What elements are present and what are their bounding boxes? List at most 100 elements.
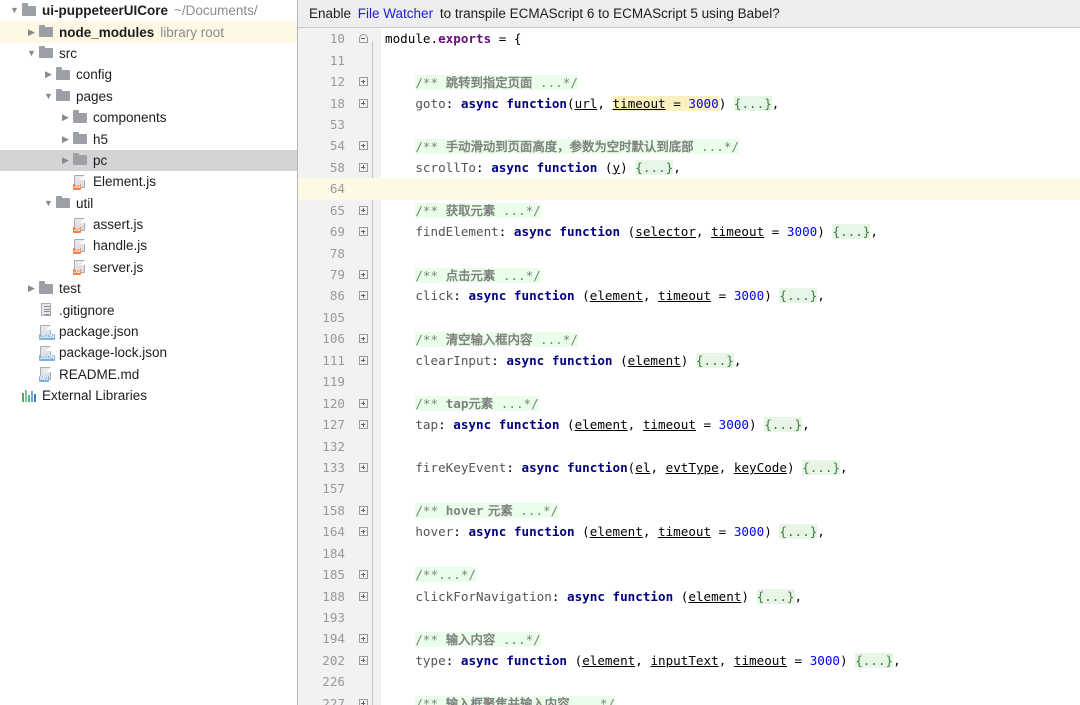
code-line[interactable]: 79 /** 点击元素 ...*/ — [298, 264, 1080, 285]
fold-expand-icon[interactable] — [355, 334, 371, 344]
code-token: tap — [445, 396, 469, 412]
code-line[interactable]: 164 hover: async function (element, time… — [298, 521, 1080, 542]
code-line[interactable]: 119 — [298, 371, 1080, 392]
code-line[interactable]: 18 goto: async function(url, timeout = 3… — [298, 92, 1080, 113]
tree-row[interactable]: JSON package-lock.json — [0, 342, 297, 363]
code-line[interactable]: 193 — [298, 607, 1080, 628]
code-line[interactable]: 111 clearInput: async function (element)… — [298, 350, 1080, 371]
fold-expand-icon[interactable] — [355, 591, 371, 601]
code-line[interactable]: 78 — [298, 242, 1080, 263]
tree-row[interactable]: JS Element.js — [0, 171, 297, 192]
code-line[interactable]: 54 /** 手动滑动到页面高度，参数为空时默认到底部 ...*/ — [298, 135, 1080, 156]
fold-expand-icon[interactable] — [355, 291, 371, 301]
fold-expand-icon[interactable] — [355, 505, 371, 515]
code-line[interactable]: 105 — [298, 307, 1080, 328]
code-line[interactable]: 194 /** 输入内容 ...*/ — [298, 628, 1080, 649]
code-line[interactable]: 10 module.exports = { — [298, 28, 1080, 49]
chevron-right-icon[interactable]: ▶ — [42, 70, 55, 79]
code-line[interactable]: 184 — [298, 543, 1080, 564]
chevron-right-icon[interactable]: ▶ — [59, 113, 72, 122]
code-line[interactable]: 132 — [298, 435, 1080, 456]
file-watcher-notification-bar[interactable]: Enable File Watcher to transpile ECMAScr… — [298, 0, 1080, 28]
code-line[interactable]: 12 /** 跳转到指定页面 ...*/ — [298, 71, 1080, 92]
fold-expand-icon[interactable] — [355, 655, 371, 665]
code-token: : — [498, 224, 514, 240]
code-line[interactable]: 86 click: async function (element, timeo… — [298, 285, 1080, 306]
line-number: 54 — [329, 138, 345, 154]
tree-row[interactable]: ▼ pages — [0, 86, 297, 107]
code-line[interactable]: 157 — [298, 478, 1080, 499]
tree-row[interactable]: ▼ ui-puppeteerUICore ~/Documents/ — [0, 0, 297, 21]
tree-row[interactable]: ▼ src — [0, 43, 297, 64]
code-line[interactable]: 133 fireKeyEvent: async function(el, evt… — [298, 457, 1080, 478]
fold-expand-icon[interactable] — [355, 205, 371, 215]
code-line[interactable]: 227 /** 输入框聚焦并输入内容 ...*/ — [298, 693, 1080, 705]
code-line[interactable]: 11 — [298, 49, 1080, 70]
tree-row[interactable]: JS handle.js — [0, 235, 297, 256]
code-text: scrollTo: async function (y) {...}, — [371, 159, 1080, 175]
code-line[interactable]: 226 — [298, 671, 1080, 692]
line-number: 185 — [322, 567, 345, 583]
code-text: fireKeyEvent: async function(el, evtType… — [371, 459, 1080, 475]
chevron-down-icon[interactable]: ▼ — [8, 6, 21, 15]
tree-row[interactable]: ▶ h5 — [0, 128, 297, 149]
code-line[interactable]: 58 scrollTo: async function (y) {...}, — [298, 157, 1080, 178]
fold-expand-icon[interactable] — [355, 570, 371, 580]
code-line[interactable]: 65 /** 获取元素 ...*/ — [298, 200, 1080, 221]
chevron-down-icon[interactable]: ▼ — [25, 48, 38, 58]
tree-row[interactable]: ▶ test — [0, 278, 297, 299]
chevron-down-icon[interactable]: ▼ — [42, 91, 55, 101]
code-text: /** 获取元素 ...*/ — [371, 201, 1080, 219]
tree-row[interactable]: MD README.md — [0, 364, 297, 385]
js-file-icon: JS — [72, 174, 89, 190]
fold-expand-icon[interactable] — [355, 398, 371, 408]
code-token: ) — [817, 224, 833, 240]
fold-collapse-icon[interactable] — [355, 34, 371, 44]
fold-expand-icon[interactable] — [355, 698, 371, 705]
code-line[interactable]: 202 type: async function (element, input… — [298, 650, 1080, 671]
chevron-right-icon[interactable]: ▶ — [59, 155, 72, 165]
code-line[interactable]: 127 tap: async function (element, timeou… — [298, 414, 1080, 435]
fold-expand-icon[interactable] — [355, 420, 371, 430]
code-token: ...*/ — [569, 696, 616, 705]
tree-row[interactable]: ▶ components — [0, 107, 297, 128]
chevron-down-icon[interactable]: ▼ — [42, 198, 55, 208]
tree-row[interactable]: External Libraries — [0, 385, 297, 406]
tree-row[interactable]: JS server.js — [0, 257, 297, 278]
code-line[interactable]: 69 findElement: async function (selector… — [298, 221, 1080, 242]
fold-expand-icon[interactable] — [355, 227, 371, 237]
fold-expand-icon[interactable] — [355, 98, 371, 108]
fold-expand-icon[interactable] — [355, 462, 371, 472]
fold-expand-icon[interactable] — [355, 270, 371, 280]
fold-expand-icon[interactable] — [355, 162, 371, 172]
chevron-right-icon[interactable]: ▶ — [25, 284, 38, 293]
line-number: 79 — [329, 267, 345, 283]
chevron-right-icon[interactable]: ▶ — [25, 27, 38, 37]
tree-row[interactable]: .gitignore — [0, 299, 297, 320]
project-tree-panel[interactable]: ▼ ui-puppeteerUICore ~/Documents/ ▶ node_mod… — [0, 0, 298, 705]
fold-expand-icon[interactable] — [355, 355, 371, 365]
code-editor[interactable]: 10 module.exports = {11 12 /** 跳转到指定页面 ...… — [298, 28, 1080, 705]
code-line[interactable]: 53 — [298, 114, 1080, 135]
fold-expand-icon[interactable] — [355, 527, 371, 537]
chevron-right-icon[interactable]: ▶ — [59, 134, 72, 144]
code-token: ) — [741, 588, 757, 604]
code-line[interactable]: 188 clickForNavigation: async function (… — [298, 585, 1080, 606]
fold-expand-icon[interactable] — [355, 141, 371, 151]
code-line[interactable]: 120 /** tap元素 ...*/ — [298, 392, 1080, 413]
code-text: clearInput: async function (element) {..… — [371, 352, 1080, 368]
tree-row[interactable]: JSON package.json — [0, 321, 297, 342]
code-line[interactable]: 64 — [298, 178, 1080, 200]
tree-row[interactable]: ▶ config — [0, 64, 297, 85]
tree-row[interactable]: ▼ util — [0, 193, 297, 214]
fold-expand-icon[interactable] — [355, 77, 371, 87]
code-line[interactable]: 158 /** hover 元素 ...*/ — [298, 500, 1080, 521]
tree-row[interactable]: ▶ node_modules library root — [0, 21, 297, 43]
code-line[interactable]: 106 /** 清空输入框内容 ...*/ — [298, 328, 1080, 349]
code-token: /** — [415, 267, 446, 283]
tree-row[interactable]: ▶ pc — [0, 149, 297, 172]
fold-expand-icon[interactable] — [355, 634, 371, 644]
tree-row[interactable]: JS assert.js — [0, 214, 297, 235]
code-line[interactable]: 185 /**...*/ — [298, 564, 1080, 585]
file-watcher-link[interactable]: File Watcher — [358, 6, 433, 21]
